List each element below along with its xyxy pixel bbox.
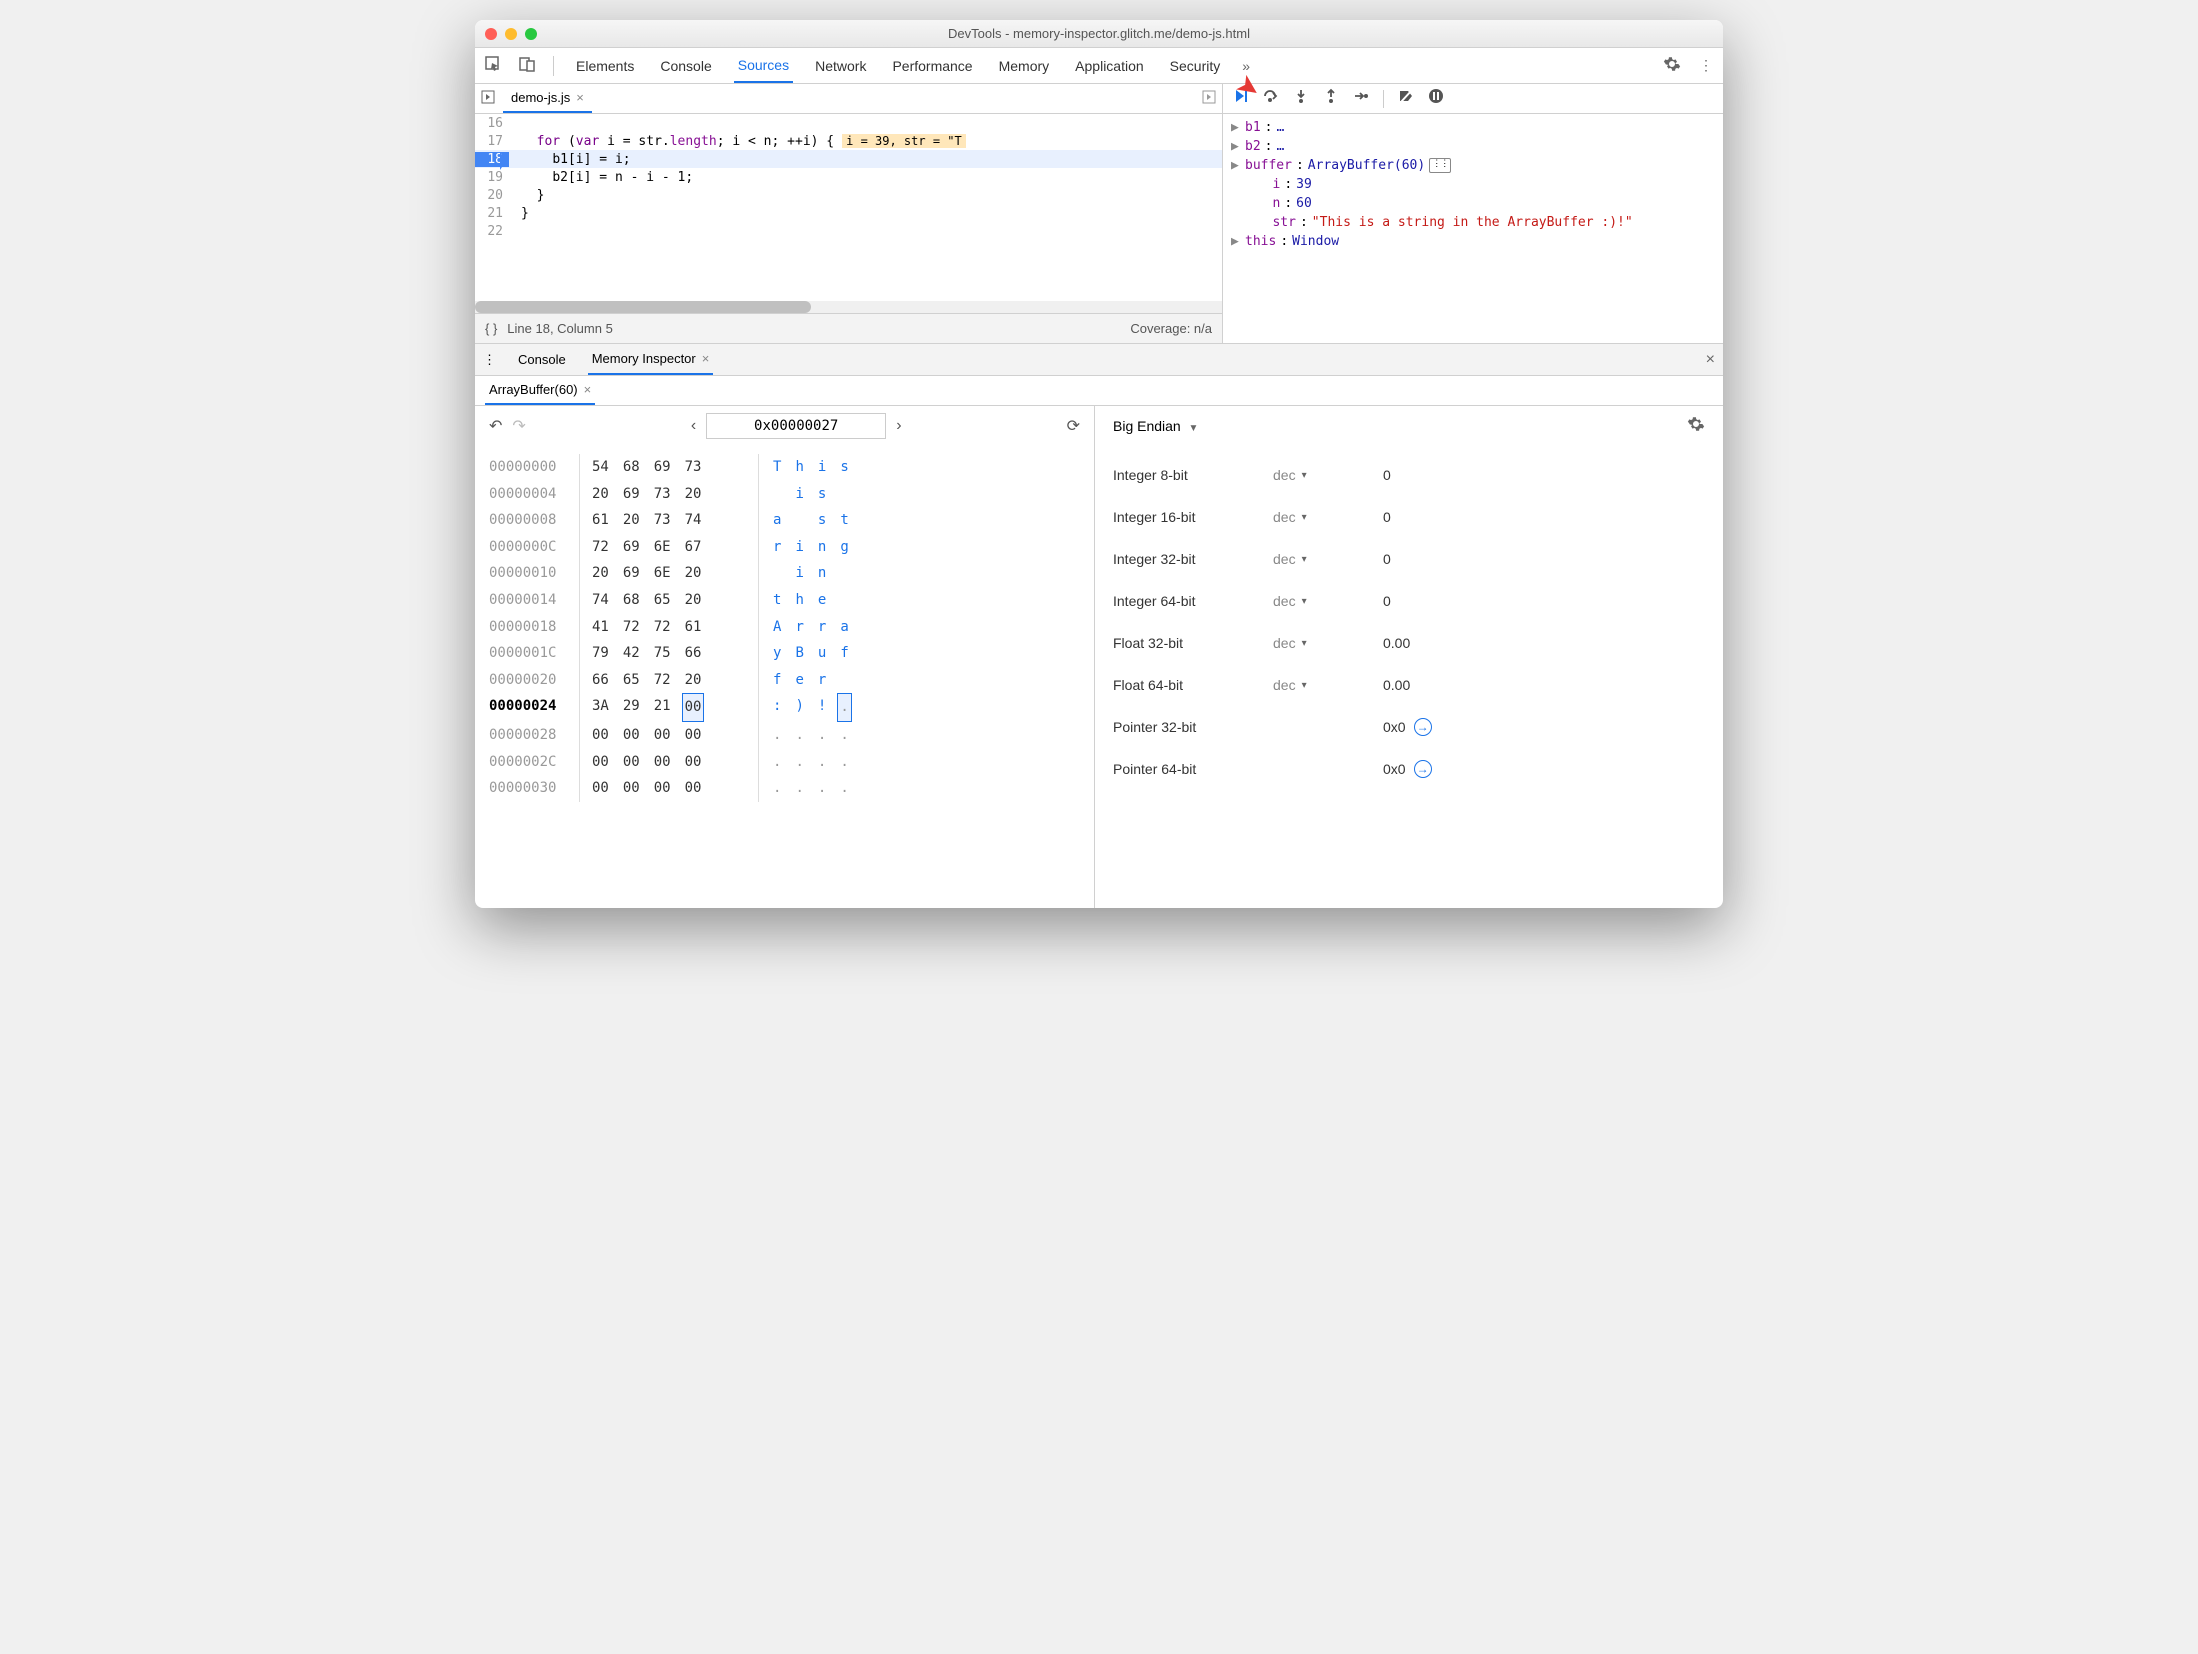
- value-row: Pointer 64-bit0x0 →: [1113, 748, 1705, 790]
- scope-pane[interactable]: ▶b1: …▶b2: …▶buffer: ArrayBuffer(60) ⋮⋮ …: [1223, 114, 1723, 343]
- address-input[interactable]: [706, 413, 886, 439]
- prev-page-icon[interactable]: ‹: [691, 417, 696, 435]
- hex-row[interactable]: 0000000420697320 is: [489, 481, 1080, 508]
- buffer-tab[interactable]: ArrayBuffer(60) ×: [485, 376, 595, 405]
- value-list: Integer 8-bitdec ▾0Integer 16-bitdec ▾0I…: [1095, 446, 1723, 798]
- mode-select[interactable]: dec ▾: [1273, 551, 1383, 567]
- undo-icon[interactable]: ↶: [489, 416, 502, 436]
- drawer-tab-memory-inspector[interactable]: Memory Inspector ×: [588, 344, 714, 375]
- scope-row[interactable]: ▶buffer: ArrayBuffer(60) ⋮⋮: [1231, 156, 1715, 175]
- file-tabs: demo-js.js ×: [475, 84, 1222, 114]
- hex-toolbar: ↶ ↷ ‹ › ⟳: [475, 406, 1094, 446]
- value-row: Integer 16-bitdec ▾0: [1113, 496, 1705, 538]
- debugger-panel: ➤ ▶b1: …▶b2: …▶buffer: ArrayBuffer(60) ⋮…: [1223, 84, 1723, 343]
- file-tab[interactable]: demo-js.js ×: [503, 84, 592, 113]
- jump-icon[interactable]: →: [1414, 760, 1432, 778]
- settings-icon[interactable]: [1663, 55, 1681, 76]
- drawer-menu-icon[interactable]: ⋮: [483, 352, 496, 368]
- settings-icon[interactable]: [1687, 415, 1705, 438]
- close-drawer-icon[interactable]: ×: [1706, 351, 1715, 369]
- mode-select[interactable]: dec ▾: [1273, 677, 1383, 693]
- value-row: Float 64-bitdec ▾0.00: [1113, 664, 1705, 706]
- tab-elements[interactable]: Elements: [572, 50, 638, 82]
- scope-row[interactable]: str: "This is a string in the ArrayBuffe…: [1231, 213, 1715, 232]
- step-icon[interactable]: [1353, 88, 1369, 109]
- hex-row[interactable]: 0000000054686973This: [489, 454, 1080, 481]
- pretty-print-icon[interactable]: { }: [485, 321, 497, 336]
- devtools-window: DevTools - memory-inspector.glitch.me/de…: [475, 20, 1723, 908]
- endian-select[interactable]: Big Endian ▼: [1113, 418, 1198, 434]
- refresh-icon[interactable]: ⟳: [1067, 416, 1080, 436]
- value-toolbar: Big Endian ▼: [1095, 406, 1723, 446]
- snippets-icon[interactable]: [1202, 90, 1216, 107]
- device-icon[interactable]: [519, 56, 535, 75]
- value-row: Integer 64-bitdec ▾0: [1113, 580, 1705, 622]
- deactivate-breakpoints-icon[interactable]: [1398, 88, 1414, 109]
- tab-security[interactable]: Security: [1166, 50, 1225, 82]
- value-pane: Big Endian ▼ Integer 8-bitdec ▾0Integer …: [1095, 406, 1723, 908]
- mode-select[interactable]: dec ▾: [1273, 635, 1383, 651]
- hex-row[interactable]: 000000243A292100:)!.: [489, 693, 1080, 722]
- step-out-icon[interactable]: [1323, 88, 1339, 109]
- tab-performance[interactable]: Performance: [888, 50, 976, 82]
- hex-pane: ↶ ↷ ‹ › ⟳ 0000000054686973This0000000420…: [475, 406, 1095, 908]
- inspect-icon[interactable]: [485, 56, 501, 75]
- scope-row[interactable]: ▶this: Window: [1231, 232, 1715, 251]
- memory-inspector-tabs: ArrayBuffer(60) ×: [475, 376, 1723, 406]
- hex-row[interactable]: 0000000C72696E67ring: [489, 534, 1080, 561]
- mode-select[interactable]: dec ▾: [1273, 467, 1383, 483]
- tab-network[interactable]: Network: [811, 50, 870, 82]
- scope-row[interactable]: n: 60: [1231, 194, 1715, 213]
- hex-row[interactable]: 0000001474686520the: [489, 587, 1080, 614]
- sources-panel: demo-js.js × 1617 for (var i = str.lengt…: [475, 84, 1223, 343]
- hex-row[interactable]: 0000002C00000000....: [489, 749, 1080, 776]
- value-row: Integer 32-bitdec ▾0: [1113, 538, 1705, 580]
- hex-row[interactable]: 0000001C79427566yBuf: [489, 640, 1080, 667]
- mode-select[interactable]: dec ▾: [1273, 593, 1383, 609]
- navigator-icon[interactable]: [481, 90, 495, 107]
- value-row: Integer 8-bitdec ▾0: [1113, 454, 1705, 496]
- status-bar: { } Line 18, Column 5 Coverage: n/a: [475, 313, 1222, 343]
- step-into-icon[interactable]: [1293, 88, 1309, 109]
- hex-row[interactable]: 0000001841727261Arra: [489, 614, 1080, 641]
- cursor-position: Line 18, Column 5: [507, 321, 613, 336]
- code-editor[interactable]: 1617 for (var i = str.length; i < n; ++i…: [475, 114, 1222, 301]
- kebab-icon[interactable]: ⋮: [1699, 57, 1713, 74]
- memory-inspector-body: ↶ ↷ ‹ › ⟳ 0000000054686973This0000000420…: [475, 406, 1723, 908]
- next-page-icon[interactable]: ›: [896, 417, 901, 435]
- drawer-tabs: ⋮ Console Memory Inspector × ×: [475, 344, 1723, 376]
- hex-row[interactable]: 0000000861207374a st: [489, 507, 1080, 534]
- scope-row[interactable]: ▶b2: …: [1231, 137, 1715, 156]
- drawer-tab-console[interactable]: Console: [514, 345, 570, 374]
- debugger-toolbar: ➤: [1223, 84, 1723, 114]
- close-icon[interactable]: ×: [584, 382, 592, 397]
- jump-icon[interactable]: →: [1414, 718, 1432, 736]
- horizontal-scrollbar[interactable]: [475, 301, 1222, 313]
- hex-row[interactable]: 0000001020696E20 in: [489, 560, 1080, 587]
- step-over-icon[interactable]: [1263, 88, 1279, 109]
- redo-icon[interactable]: ↷: [512, 416, 525, 436]
- pause-exceptions-icon[interactable]: [1428, 88, 1444, 109]
- hex-grid[interactable]: 0000000054686973This0000000420697320 is …: [475, 446, 1094, 810]
- scope-row[interactable]: ▶b1: …: [1231, 118, 1715, 137]
- hex-row[interactable]: 0000002066657220fer: [489, 667, 1080, 694]
- titlebar: DevTools - memory-inspector.glitch.me/de…: [475, 20, 1723, 48]
- hex-row[interactable]: 0000002800000000....: [489, 722, 1080, 749]
- hex-row[interactable]: 0000003000000000....: [489, 775, 1080, 802]
- tab-console[interactable]: Console: [656, 50, 715, 82]
- tab-sources[interactable]: Sources: [734, 49, 793, 83]
- value-row: Float 32-bitdec ▾0.00: [1113, 622, 1705, 664]
- close-icon[interactable]: ×: [576, 90, 584, 105]
- close-icon[interactable]: ×: [702, 351, 710, 366]
- coverage-label: Coverage: n/a: [1130, 321, 1212, 336]
- scope-row[interactable]: i: 39: [1231, 175, 1715, 194]
- tab-application[interactable]: Application: [1071, 50, 1148, 82]
- reveal-memory-icon[interactable]: ⋮⋮: [1429, 158, 1451, 173]
- mode-select[interactable]: dec ▾: [1273, 509, 1383, 525]
- tab-memory[interactable]: Memory: [995, 50, 1054, 82]
- file-tab-label: demo-js.js: [511, 90, 570, 105]
- value-row: Pointer 32-bit0x0 →: [1113, 706, 1705, 748]
- window-title: DevTools - memory-inspector.glitch.me/de…: [475, 26, 1723, 41]
- main-toolbar: Elements Console Sources Network Perform…: [475, 48, 1723, 84]
